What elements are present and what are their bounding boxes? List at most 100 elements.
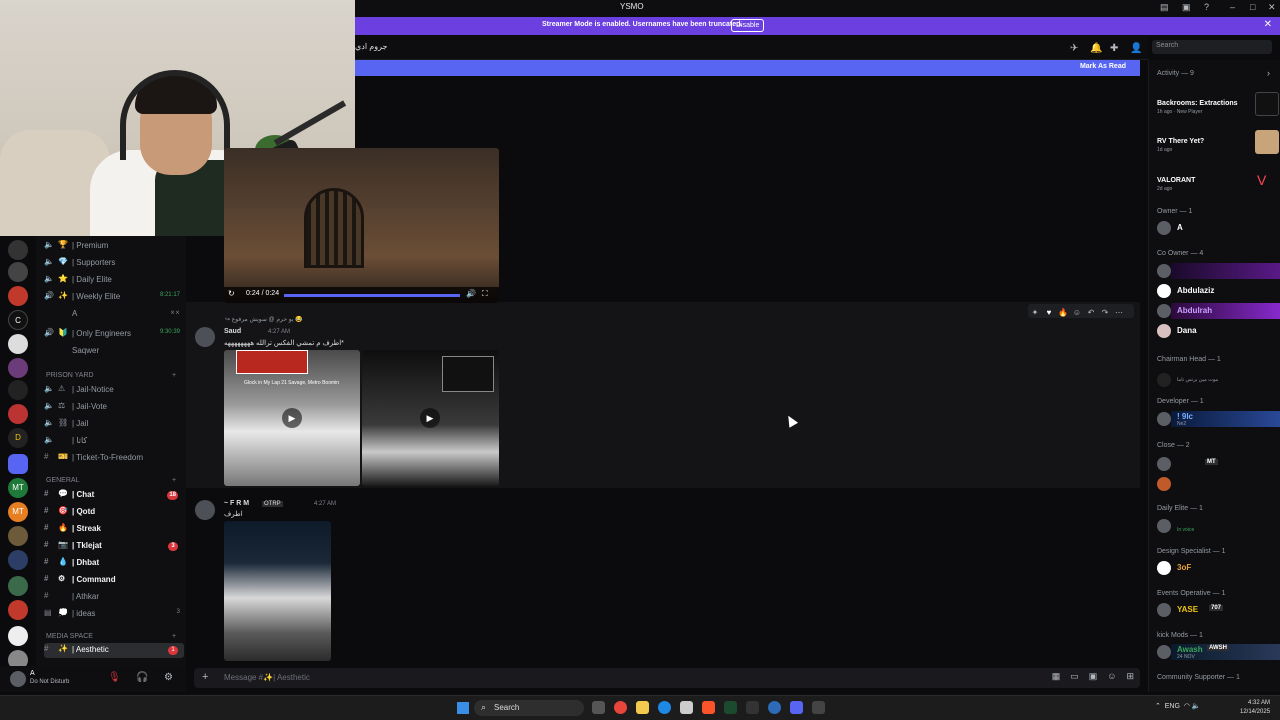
server-icon[interactable]: [8, 262, 28, 282]
server-icon[interactable]: MT: [8, 478, 28, 498]
taskbar-clock[interactable]: 4:32 AM 12/14/2025: [1240, 699, 1270, 717]
inbox-icon[interactable]: ▤: [1160, 2, 1169, 13]
file-explorer-icon[interactable]: [636, 701, 649, 714]
taskbar-search[interactable]: ⌕ Search: [474, 700, 584, 716]
brave-icon[interactable]: [702, 701, 715, 714]
server-icon[interactable]: [8, 334, 28, 354]
avatar[interactable]: [195, 327, 215, 347]
maximize-icon[interactable]: □: [1250, 2, 1255, 12]
mic-muted-icon[interactable]: 🎙: [108, 672, 121, 683]
edge-icon[interactable]: [658, 701, 671, 714]
activity-card[interactable]: RV There Yet? 1d ago: [1157, 128, 1279, 158]
reply-preview[interactable]: ↪ يو حرم @ سويش مرفوع 😂: [225, 316, 303, 323]
play-icon[interactable]: ▶: [420, 408, 440, 428]
member-item[interactable]: A: [1157, 220, 1280, 236]
fullscreen-icon[interactable]: ⛶: [482, 289, 488, 299]
disable-button[interactable]: Disable: [731, 19, 765, 32]
apps-icon[interactable]: ⊞: [1126, 671, 1134, 681]
channel-qotd[interactable]: # 🎯 | Qotd: [44, 505, 184, 520]
channel-jail-vote[interactable]: 🔈 ⚖ | Jail-Vote: [44, 400, 184, 415]
member-item[interactable]: Awash AWSH 24 NOV: [1157, 644, 1280, 660]
channel-streak[interactable]: # 🔥 | Streak: [44, 522, 184, 537]
channel-only-engineers[interactable]: 🔊 🔰 | Only Engineers 9:30:39: [44, 327, 184, 342]
channel-premium[interactable]: 🔈 🏆 | Premium: [44, 239, 184, 254]
fire-icon[interactable]: 🔥: [1056, 306, 1070, 320]
category-media-space[interactable]: MEDIA SPACE +: [46, 633, 176, 640]
member-item[interactable]: Abdulrah: [1157, 303, 1280, 319]
close-window-icon[interactable]: ✕: [1268, 2, 1276, 13]
voice-user[interactable]: Saqwer: [44, 344, 184, 359]
screen-icon[interactable]: ▣: [1182, 2, 1191, 13]
steam-icon[interactable]: [768, 701, 781, 714]
task-view-icon[interactable]: [592, 701, 605, 714]
forward-icon[interactable]: ↷: [1098, 306, 1112, 320]
react-icon[interactable]: ✦: [1028, 306, 1042, 320]
voice-user[interactable]: A ⨯⨯: [44, 307, 184, 322]
server-icon[interactable]: MT: [8, 502, 28, 522]
channel-dhbat[interactable]: # 💧 | Dhbat: [44, 556, 184, 571]
member-item[interactable]: Dana: [1157, 323, 1280, 339]
server-icon[interactable]: C: [8, 310, 28, 330]
member-item[interactable]: ! 9lc Ne2: [1157, 411, 1280, 427]
message-input[interactable]: Message #✨| Aesthetic: [224, 673, 310, 682]
channel-supporters[interactable]: 🔈 💎 | Supporters: [44, 256, 184, 271]
server-icon[interactable]: [8, 286, 28, 306]
server-icon[interactable]: [8, 404, 28, 424]
activity-card[interactable]: VALORANT 2d ago V: [1157, 166, 1275, 196]
server-icon[interactable]: [8, 626, 28, 646]
members-icon[interactable]: 👤: [1130, 43, 1144, 54]
image-attachment[interactable]: ▶: [362, 350, 499, 486]
play-icon[interactable]: ▶: [282, 408, 302, 428]
pin-icon[interactable]: ✚: [1110, 43, 1124, 54]
chevron-right-icon[interactable]: ›: [1267, 68, 1270, 78]
channel-aesthetic[interactable]: # ✨ | Aesthetic 1: [44, 643, 184, 658]
video-attachment[interactable]: ↻ 0:24 / 0:24 🔊 ⛶: [224, 148, 499, 303]
threads-icon[interactable]: ✈: [1070, 43, 1084, 54]
image-attachment[interactable]: Glock in My Lap 21 Savage, Metro Boomin …: [224, 350, 360, 486]
app-icon[interactable]: [746, 701, 759, 714]
chrome-icon[interactable]: [614, 701, 627, 714]
server-icon[interactable]: [8, 600, 28, 620]
speaker-icon[interactable]: 🔈: [1192, 703, 1201, 710]
channel-tklejat[interactable]: # 📷 | Tklejat 3: [44, 539, 184, 554]
server-icon[interactable]: [8, 240, 28, 260]
more-icon[interactable]: ⋯: [1112, 306, 1126, 320]
close-banner-icon[interactable]: ✕: [1264, 19, 1272, 30]
volume-icon[interactable]: 🔊: [466, 289, 476, 298]
activity-card[interactable]: Backrooms: Extractions 1h ago · New Play…: [1157, 88, 1279, 118]
channel-jail-notice[interactable]: 🔈 ⚠ | Jail-Notice: [44, 383, 184, 398]
server-icon[interactable]: [8, 358, 28, 378]
message-author[interactable]: Saud: [224, 328, 241, 335]
avatar[interactable]: [195, 500, 215, 520]
member-item[interactable]: In voice: [1157, 518, 1280, 534]
add-channel-icon[interactable]: +: [172, 372, 176, 379]
search-input[interactable]: Search: [1152, 40, 1272, 54]
wifi-icon[interactable]: ◠: [1184, 703, 1190, 710]
message-author[interactable]: ~ F R M: [224, 500, 249, 507]
server-icon[interactable]: D: [8, 428, 28, 448]
store-icon[interactable]: [680, 701, 693, 714]
new-messages-bar[interactable]: Mark As Read: [355, 60, 1140, 76]
add-channel-icon[interactable]: +: [172, 477, 176, 484]
help-icon[interactable]: ?: [1204, 2, 1209, 12]
app-icon[interactable]: [812, 701, 825, 714]
member-item[interactable]: [1157, 476, 1280, 492]
deafen-icon[interactable]: 🎧: [136, 672, 148, 683]
windows-start-icon[interactable]: [457, 702, 469, 714]
gift-icon[interactable]: ▦: [1052, 671, 1061, 681]
server-icon[interactable]: [8, 380, 28, 400]
gif-icon[interactable]: ▭: [1070, 671, 1079, 681]
minimize-icon[interactable]: –: [1230, 2, 1235, 12]
member-item[interactable]: 3oF: [1157, 560, 1280, 576]
language-indicator[interactable]: ENG: [1165, 703, 1180, 710]
video-progress[interactable]: [284, 294, 460, 297]
server-icon[interactable]: [8, 576, 28, 596]
add-attachment-icon[interactable]: +: [202, 671, 208, 683]
settings-gear-icon[interactable]: ⚙: [164, 672, 173, 683]
channel-daily-elite[interactable]: 🔈 ⭐ | Daily Elite: [44, 273, 184, 288]
emoji-icon[interactable]: ☺: [1107, 671, 1116, 681]
server-icon[interactable]: [8, 526, 28, 546]
channel-jail[interactable]: 🔈 ⛓ | Jail: [44, 417, 184, 432]
server-icon[interactable]: [8, 550, 28, 570]
avatar[interactable]: [10, 671, 26, 687]
